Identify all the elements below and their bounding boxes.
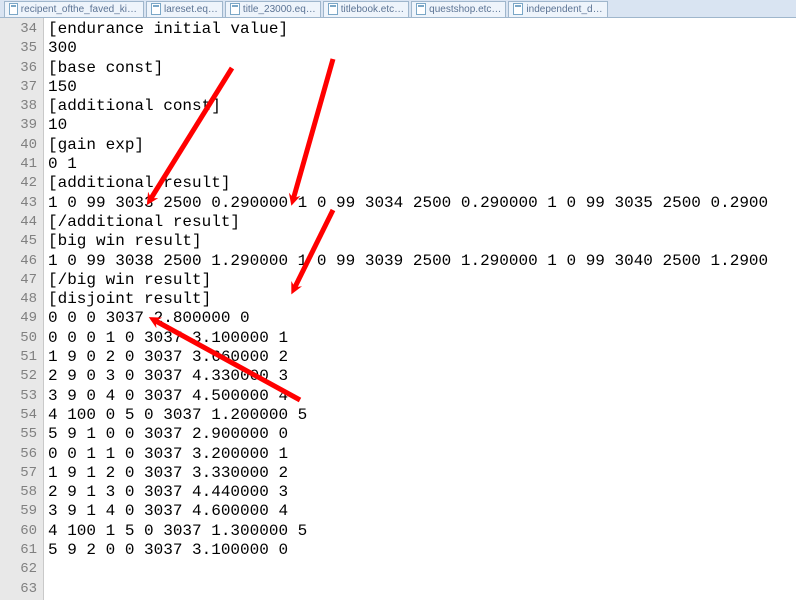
line-number: 54 bbox=[0, 406, 37, 425]
line-number: 44 bbox=[0, 213, 37, 232]
tab-label: lareset.eq… bbox=[164, 4, 218, 15]
line-number: 56 bbox=[0, 445, 37, 464]
code-line: 4 100 0 5 0 3037 1.200000 5 bbox=[48, 406, 796, 425]
tab-label: title_23000.eq… bbox=[243, 4, 316, 15]
tab-5[interactable]: independent_d… bbox=[508, 1, 607, 17]
file-icon bbox=[151, 3, 161, 15]
line-number: 35 bbox=[0, 39, 37, 58]
line-number: 50 bbox=[0, 329, 37, 348]
line-number: 47 bbox=[0, 271, 37, 290]
tab-4[interactable]: questshop.etc… bbox=[411, 1, 506, 17]
code-line: 0 0 1 1 0 3037 3.200000 1 bbox=[48, 445, 796, 464]
code-line: 150 bbox=[48, 78, 796, 97]
code-line: 4 100 1 5 0 3037 1.300000 5 bbox=[48, 522, 796, 541]
code-line: 3 9 1 4 0 3037 4.600000 4 bbox=[48, 502, 796, 521]
code-line: 300 bbox=[48, 39, 796, 58]
code-line: 0 1 bbox=[48, 155, 796, 174]
file-icon bbox=[416, 3, 426, 15]
code-area[interactable]: [endurance initial value]300[base const]… bbox=[44, 18, 796, 600]
file-icon bbox=[230, 3, 240, 15]
code-line: [/additional result] bbox=[48, 213, 796, 232]
code-line: 0 0 0 3037 2.800000 0 bbox=[48, 309, 796, 328]
code-line: 10 bbox=[48, 116, 796, 135]
line-number: 58 bbox=[0, 483, 37, 502]
line-number: 42 bbox=[0, 174, 37, 193]
code-line: [endurance initial value] bbox=[48, 20, 796, 39]
tab-2[interactable]: title_23000.eq… bbox=[225, 1, 321, 17]
code-line: [/big win result] bbox=[48, 271, 796, 290]
code-line: [big win result] bbox=[48, 232, 796, 251]
tab-3[interactable]: titlebook.etc… bbox=[323, 1, 409, 17]
tab-label: titlebook.etc… bbox=[341, 4, 404, 15]
line-number: 40 bbox=[0, 136, 37, 155]
code-line: [disjoint result] bbox=[48, 290, 796, 309]
line-number: 63 bbox=[0, 580, 37, 599]
line-number-gutter: 3435363738394041424344454647484950515253… bbox=[0, 18, 44, 600]
code-line: 1 0 99 3033 2500 0.290000 1 0 99 3034 25… bbox=[48, 194, 796, 213]
tab-label: recipent_ofthe_faved_kir1.eq… bbox=[21, 4, 139, 15]
line-number: 57 bbox=[0, 464, 37, 483]
line-number: 60 bbox=[0, 522, 37, 541]
file-icon bbox=[9, 3, 18, 15]
code-line: 1 9 1 2 0 3037 3.330000 2 bbox=[48, 464, 796, 483]
code-line: 2 9 1 3 0 3037 4.440000 3 bbox=[48, 483, 796, 502]
code-line: [base const] bbox=[48, 59, 796, 78]
line-number: 43 bbox=[0, 194, 37, 213]
file-icon bbox=[513, 3, 523, 15]
editor: 3435363738394041424344454647484950515253… bbox=[0, 18, 796, 600]
line-number: 39 bbox=[0, 116, 37, 135]
code-line: 5 9 2 0 0 3037 3.100000 0 bbox=[48, 541, 796, 560]
code-line: 3 9 0 4 0 3037 4.500000 4 bbox=[48, 387, 796, 406]
tab-label: questshop.etc… bbox=[429, 4, 501, 15]
tab-0[interactable]: recipent_ofthe_faved_kir1.eq… bbox=[4, 1, 144, 17]
line-number: 38 bbox=[0, 97, 37, 116]
line-number: 37 bbox=[0, 78, 37, 97]
line-number: 41 bbox=[0, 155, 37, 174]
tab-label: independent_d… bbox=[526, 4, 602, 15]
code-line: [additional result] bbox=[48, 174, 796, 193]
code-line: 5 9 1 0 0 3037 2.900000 0 bbox=[48, 425, 796, 444]
line-number: 46 bbox=[0, 252, 37, 271]
line-number: 45 bbox=[0, 232, 37, 251]
code-line: [additional const] bbox=[48, 97, 796, 116]
line-number: 55 bbox=[0, 425, 37, 444]
line-number: 34 bbox=[0, 20, 37, 39]
line-number: 53 bbox=[0, 387, 37, 406]
tab-bar: recipent_ofthe_faved_kir1.eq… lareset.eq… bbox=[0, 0, 796, 18]
line-number: 51 bbox=[0, 348, 37, 367]
code-line: 0 0 0 1 0 3037 3.100000 1 bbox=[48, 329, 796, 348]
file-icon bbox=[328, 3, 338, 15]
line-number: 52 bbox=[0, 367, 37, 386]
line-number: 36 bbox=[0, 59, 37, 78]
code-line: 1 9 0 2 0 3037 3.660000 2 bbox=[48, 348, 796, 367]
tab-1[interactable]: lareset.eq… bbox=[146, 1, 223, 17]
line-number: 49 bbox=[0, 309, 37, 328]
code-line: [gain exp] bbox=[48, 136, 796, 155]
line-number: 59 bbox=[0, 502, 37, 521]
code-line: 2 9 0 3 0 3037 4.330000 3 bbox=[48, 367, 796, 386]
line-number: 48 bbox=[0, 290, 37, 309]
line-number: 62 bbox=[0, 560, 37, 579]
line-number: 61 bbox=[0, 541, 37, 560]
code-line: 1 0 99 3038 2500 1.290000 1 0 99 3039 25… bbox=[48, 252, 796, 271]
